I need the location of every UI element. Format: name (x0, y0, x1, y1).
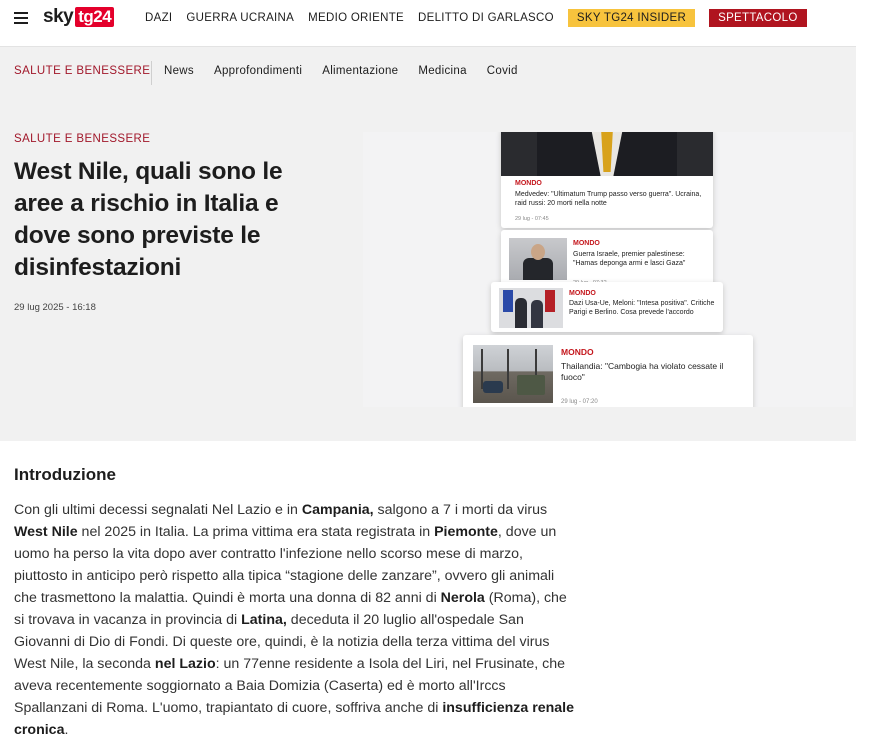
section-heading-introduzione: Introduzione (14, 465, 116, 484)
bold-run: Latina, (241, 612, 287, 628)
nav-link-guerra-ucraina[interactable]: GUERRA UCRAINA (186, 9, 294, 27)
card-text: Thailandia: "Cambogia ha violato cessate… (561, 361, 724, 382)
card-photo (473, 345, 553, 403)
image-news-card: MONDO Dazi Usa-Ue, Meloni: "Intesa posit… (491, 282, 723, 332)
logo-sky-text: sky (43, 6, 74, 27)
card-text: Dazi Usa-Ue, Meloni: "Intesa positiva". … (569, 300, 715, 316)
image-news-card: MONDO Thailandia: "Cambogia ha violato c… (463, 335, 753, 407)
image-news-card: MONDO Guerra Israele, premier palestines… (501, 230, 713, 288)
nav-link-delitto-di-garlasco[interactable]: DELITTO DI GARLASCO (418, 9, 554, 27)
card-photo (509, 238, 567, 280)
section-link-medicina[interactable]: Medicina (418, 65, 466, 77)
section-navigation-bar: SALUTE E BENESSERE News Approfondimenti … (0, 46, 856, 98)
article-hero: SALUTE E BENESSERE West Nile, quali sono… (0, 98, 856, 441)
card-photo (499, 288, 563, 328)
card-timestamp: 29 lug - 07:45 (515, 216, 549, 222)
card-text: Medvedev: "Ultimatum Trump passo verso g… (515, 191, 702, 207)
text-run: Con gli ultimi decessi segnalati Nel Laz… (14, 502, 302, 518)
bold-run: Campania, (301, 502, 374, 518)
section-links: News Approfondimenti Alimentazione Medic… (164, 65, 538, 77)
bold-run: Nerola (440, 590, 485, 606)
nav-pill-insider[interactable]: SKY TG24 INSIDER (567, 9, 696, 27)
bold-run: nel Lazio (154, 656, 216, 672)
text-run: . (64, 722, 69, 738)
top-nav-links: DAZI GUERRA UCRAINA MEDIO ORIENTE DELITT… (145, 9, 821, 27)
card-category: MONDO (573, 240, 600, 247)
section-link-approfondimenti[interactable]: Approfondimenti (214, 65, 302, 77)
top-navigation-bar: sky tg24 DAZI GUERRA UCRAINA MEDIO ORIEN… (0, 0, 872, 36)
card-timestamp: 29 lug - 07:20 (561, 399, 598, 405)
bold-run: West Nile (14, 524, 78, 540)
nav-link-medio-oriente[interactable]: MEDIO ORIENTE (308, 9, 404, 27)
hero-image: MONDO Medvedev: "Ultimatum Trump passo v… (363, 132, 853, 407)
section-title[interactable]: SALUTE E BENESSERE (14, 65, 150, 77)
logo-tg24-text: tg24 (75, 7, 115, 27)
section-link-covid[interactable]: Covid (487, 65, 518, 77)
image-news-card: MONDO Medvedev: "Ultimatum Trump passo v… (501, 132, 713, 228)
nav-pill-spettacolo[interactable]: SPETTACOLO (709, 9, 807, 27)
section-link-news[interactable]: News (164, 65, 194, 77)
article-paragraph: Con gli ultimi decessi segnalati Nel Laz… (14, 499, 574, 741)
article-kicker[interactable]: SALUTE E BENESSERE (14, 133, 150, 145)
text-run: salgono a 7 i morti da virus (373, 502, 548, 518)
text-run: nel 2025 in Italia. La prima vittima era… (77, 524, 435, 540)
bold-run: Piemonte (434, 524, 498, 540)
nav-link-dazi[interactable]: DAZI (145, 9, 172, 27)
card-category: MONDO (561, 347, 594, 357)
section-divider (151, 61, 152, 85)
card-category: MONDO (569, 290, 596, 297)
article-headline: West Nile, quali sono le aree a rischio … (14, 158, 283, 281)
sky-tg24-logo[interactable]: sky tg24 (43, 6, 115, 28)
hamburger-icon[interactable] (14, 12, 28, 24)
card-photo (501, 132, 713, 176)
article-date: 29 lug 2025 - 16:18 (14, 302, 96, 313)
section-link-alimentazione[interactable]: Alimentazione (322, 65, 398, 77)
card-category: MONDO (515, 180, 542, 187)
card-text: Guerra Israele, premier palestinese: "Ha… (573, 251, 686, 267)
